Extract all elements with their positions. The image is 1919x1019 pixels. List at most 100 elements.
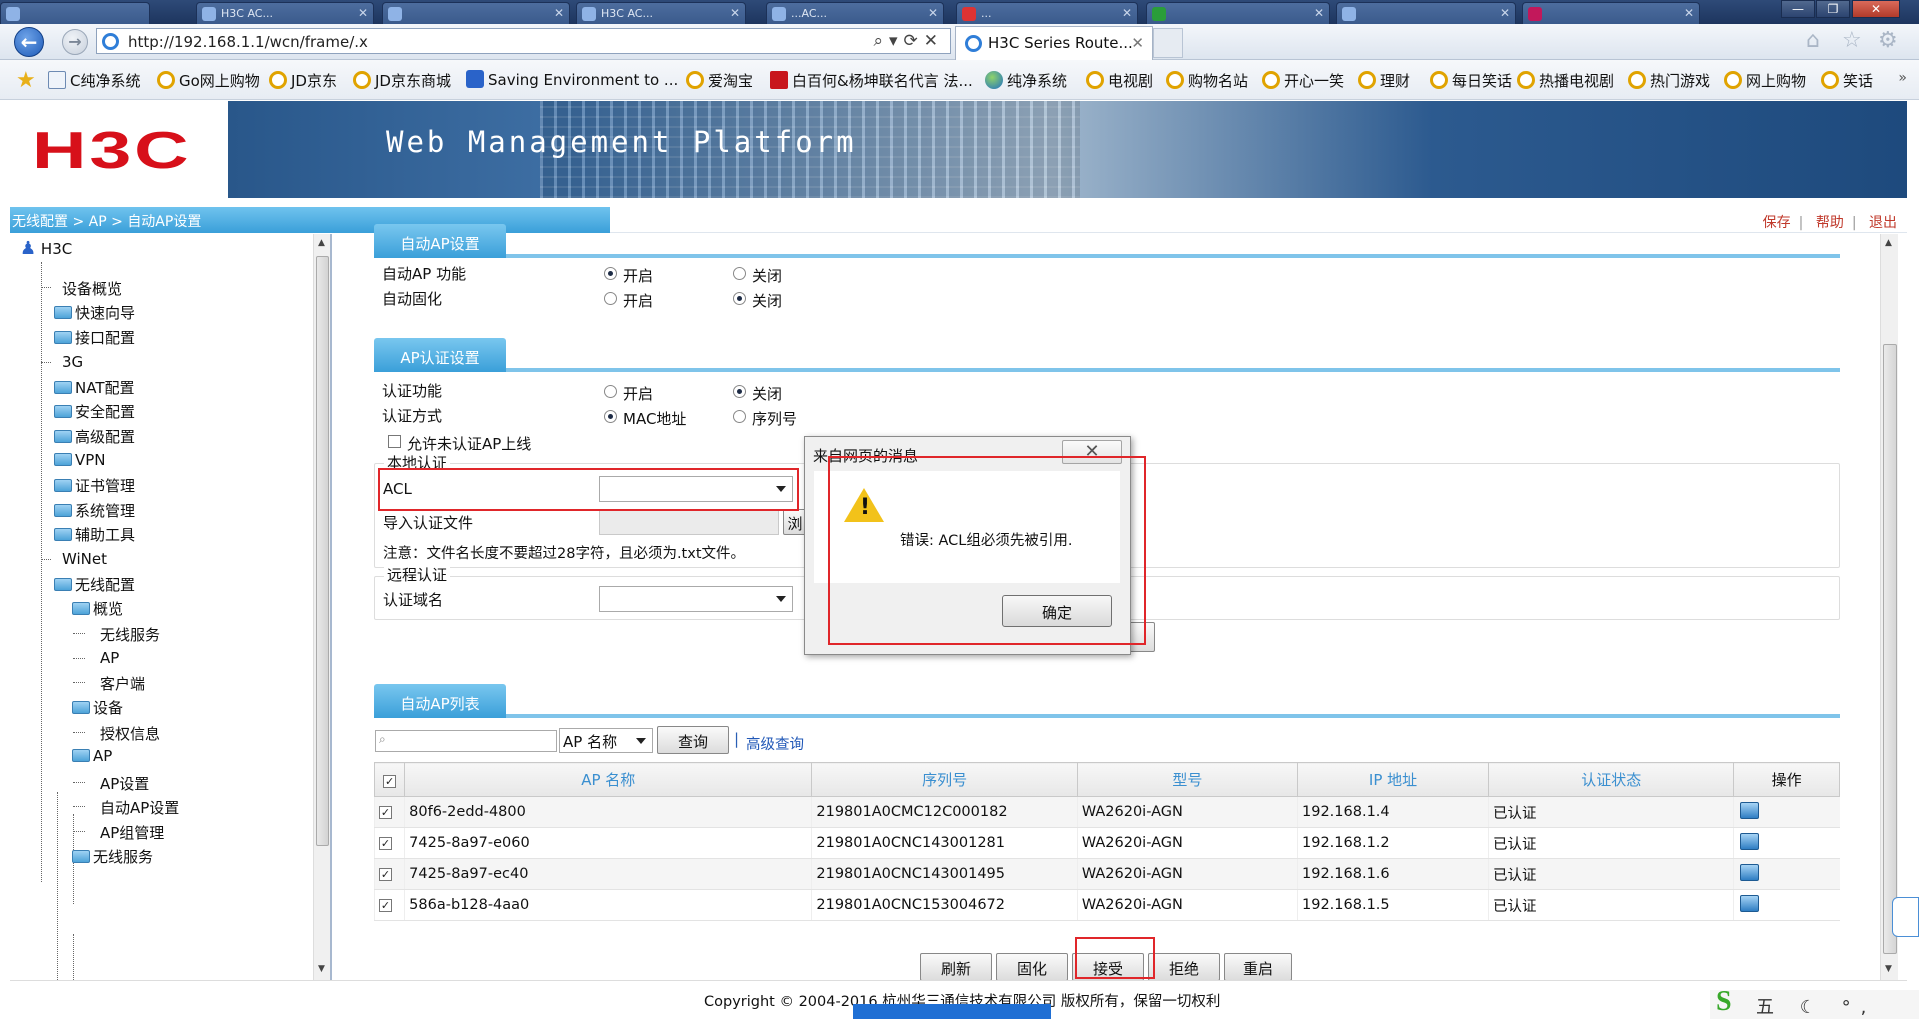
browser-tab[interactable]: H3C AC... ✕ [576,2,746,24]
new-tab-button[interactable] [1153,28,1183,58]
sidebar-item-wireless[interactable]: 无线配置 [54,574,135,595]
favorites-star-icon[interactable]: ☆ [1842,28,1862,53]
tab-close-icon[interactable]: ✕ [1131,34,1144,52]
detail-icon[interactable] [1740,894,1760,912]
favorite-link[interactable]: 白百何&杨坤联名代言 法... [770,70,973,91]
sidebar-item-system[interactable]: 系统管理 [54,500,135,521]
favorite-label[interactable]: 白百何&杨坤联名代言 法... [792,72,973,90]
favorite-link[interactable]: 电视剧 [1086,70,1153,91]
favorite-link[interactable]: 笑话 [1821,70,1873,91]
table-row[interactable]: ✓ 7425-8a97-e060 219801A0CNC143001281 WA… [373,827,1840,859]
table-row[interactable]: ✓ 7425-8a97-ec40 219801A0CNC143001495 WA… [373,858,1840,890]
scroll-down-icon[interactable]: ▼ [318,964,325,974]
tab-close-icon[interactable]: ✕ [554,6,564,20]
allow-unauth-checkbox[interactable] [388,435,401,448]
row-checkbox[interactable]: ✓ [379,806,392,819]
sidebar-item-overview[interactable]: 设备概览 [62,278,122,299]
address-url[interactable]: http://192.168.1.1/wcn/frame/.x [128,33,368,51]
back-button[interactable]: ← [14,27,44,57]
favorite-link[interactable]: Saving Environment to ... [466,70,678,89]
scroll-up-icon[interactable]: ▲ [318,238,325,248]
favorite-link[interactable]: C纯净系统 [48,70,140,91]
address-bar[interactable]: http://192.168.1.1/wcn/frame/.x ⌕▾⟳✕ [96,28,951,54]
tab-close-icon[interactable]: ✕ [358,6,368,20]
column-header[interactable]: AP 名称 [404,762,813,797]
ime-toolbar[interactable]: S 五 ☾ °, ⌨ ♟ ✎ [1710,986,1919,1019]
favorite-link[interactable]: 理财 [1358,70,1410,91]
sidebar-item-wl-client[interactable]: 客户端 [100,673,145,694]
close-window-button[interactable]: ✕ [1852,0,1900,18]
favorite-label[interactable]: 热门游戏 [1650,72,1710,90]
advanced-query-link[interactable]: 高级查询 [746,733,804,754]
favorite-label[interactable]: 开心一笑 [1284,72,1344,90]
tab-close-icon[interactable]: ✕ [1122,6,1132,20]
favorite-label[interactable]: Go网上购物 [179,72,260,90]
favorite-label[interactable]: 理财 [1380,72,1410,90]
scroll-down-icon[interactable]: ▼ [1885,964,1892,974]
browser-tab[interactable]: H3C AC... ✕ [196,2,374,24]
sidebar-item-wl-device[interactable]: 设备 [72,697,123,718]
browser-tab[interactable]: ✕ [382,2,570,24]
auth-mode-mac-radio[interactable] [604,410,617,423]
favorite-link[interactable]: 纯净系统 [985,70,1067,91]
auto-ap-off-radio[interactable] [733,267,746,280]
restart-button[interactable]: 重启 [1224,953,1292,981]
reject-button[interactable]: 拒绝 [1148,953,1220,981]
favorite-link[interactable]: 热播电视剧 [1517,70,1614,91]
browser-tab[interactable]: ... ✕ [956,2,1138,24]
restore-button[interactable]: ❐ [1816,0,1850,18]
sidebar-item-wl-service-group[interactable]: 无线服务 [72,846,153,867]
address-tools-icon[interactable]: ⌕▾⟳✕ [873,31,944,51]
favorite-label[interactable]: 每日笑话 [1452,72,1512,90]
sidebar-item-interface[interactable]: 接口配置 [54,327,135,348]
favorite-link[interactable]: 爱淘宝 [686,70,753,91]
favorite-label[interactable]: 笑话 [1843,72,1873,90]
table-row[interactable]: ✓ 80f6-2edd-4800 219801A0CMC12C000182 WA… [373,796,1840,828]
settings-gear-icon[interactable]: ⚙ [1878,28,1898,53]
sidebar-item-3g[interactable]: 3G [62,353,83,371]
sidebar-item-wl-service[interactable]: 无线服务 [100,624,160,645]
favorites-star-icon[interactable]: ★ [16,68,36,93]
column-header[interactable]: 认证状态 [1488,762,1735,797]
scroll-up-icon[interactable]: ▲ [1885,238,1892,248]
favorite-label[interactable]: JD京东 [291,72,337,90]
sidebar-item-license[interactable]: 授权信息 [100,723,160,744]
table-row[interactable]: ✓ 586a-b128-4aa0 219801A0CNC153004672 WA… [373,889,1840,921]
favorite-label[interactable]: C纯净系统 [70,72,140,90]
favorite-label[interactable]: 购物名站 [1188,72,1248,90]
sidebar-item-wl-ap[interactable]: AP [100,649,119,667]
sidebar-root[interactable]: ♟ H3C [20,238,72,259]
sidebar-item-security[interactable]: 安全配置 [54,401,135,422]
column-header[interactable]: 型号 [1076,762,1299,797]
favorite-link[interactable]: Go网上购物 [157,70,260,91]
browser-tab[interactable] [0,2,150,24]
auto-fix-off-radio[interactable] [733,292,746,305]
column-header[interactable]: 序列号 [811,762,1078,797]
favorite-link[interactable]: 每日笑话 [1430,70,1512,91]
favorite-link[interactable]: JD京东商城 [353,70,451,91]
row-checkbox[interactable]: ✓ [379,868,392,881]
select-all-checkbox[interactable]: ✓ [383,774,397,788]
chevron-more-icon[interactable]: » [1898,70,1907,86]
sidebar-item-ap-group[interactable]: AP组管理 [100,822,164,843]
tab-close-icon[interactable]: ✕ [1684,6,1694,20]
favorite-label[interactable]: 纯净系统 [1007,72,1067,90]
sidebar-scrollbar[interactable]: ▲ ▼ [313,234,330,980]
favorite-label[interactable]: 电视剧 [1108,72,1153,90]
sidebar-item-tools[interactable]: 辅助工具 [54,524,135,545]
favorite-link[interactable]: JD京东 [269,70,337,91]
logout-link[interactable]: 退出 [1869,215,1897,231]
scrollbar-thumb[interactable] [1883,344,1897,954]
fix-button[interactable]: 固化 [996,953,1068,981]
import-file-input[interactable] [599,509,779,535]
column-header[interactable]: IP 地址 [1296,762,1490,797]
main-scrollbar[interactable]: ▲ ▼ [1880,234,1898,980]
sidebar-item-wizard[interactable]: 快速向导 [54,302,135,323]
favorite-label[interactable]: Saving Environment to ... [488,71,678,89]
sidebar-item-wl-ap-group[interactable]: AP [72,747,112,765]
favorite-label[interactable]: 爱淘宝 [708,72,753,90]
sidebar-item-ap-settings[interactable]: AP设置 [100,773,149,794]
sidebar-item-winet[interactable]: WiNet [62,550,107,568]
browser-tab[interactable]: ✕ [1146,2,1330,24]
query-button[interactable]: 查询 [657,726,729,754]
